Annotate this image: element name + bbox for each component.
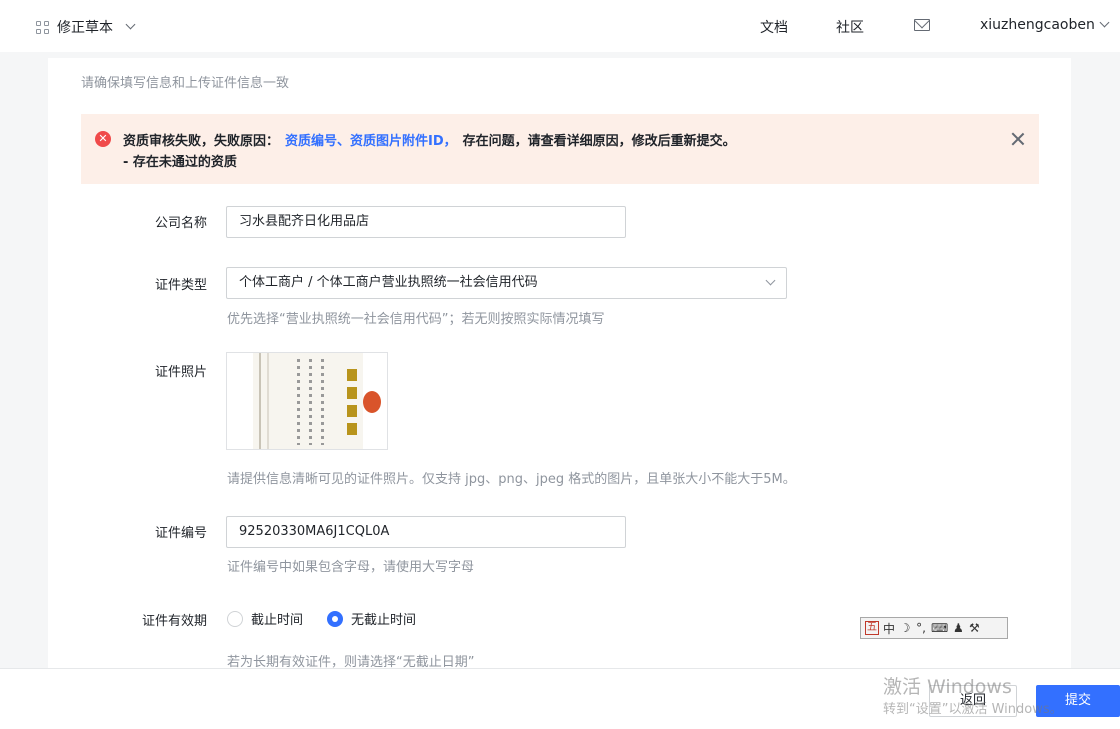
cert-type-select[interactable]: 个体工商户 / 个体工商户营业执照统一社会信用代码 xyxy=(226,267,787,299)
bottom-action-bar: 返回 提交 xyxy=(0,668,1120,729)
alert-prefix: 资质审核失败，失败原因： xyxy=(123,134,280,149)
alert-suffix: 存在问题，请查看详细原因，修改后重新提交。 xyxy=(462,134,736,149)
radio-checked-icon xyxy=(327,610,343,627)
chevron-down-icon xyxy=(125,19,136,29)
chevron-down-icon xyxy=(765,275,776,286)
cert-type-label: 证件类型 xyxy=(154,278,207,293)
user-menu[interactable]: xiuzhengcaoben xyxy=(980,17,1110,33)
ime-logo-icon[interactable]: 五 xyxy=(865,621,879,635)
nav-community[interactable]: 社区 xyxy=(836,17,864,37)
radio-no-end-date-label: 无截止时间 xyxy=(351,613,417,628)
cert-number-input[interactable]: 92520330MA6J1CQL0A xyxy=(226,516,626,548)
error-icon: ✕ xyxy=(95,131,111,147)
cert-type-help: 优先选择“营业执照统一社会信用代码”；若无则按照实际情况填写 xyxy=(227,312,605,327)
top-header: 修正草本 文档 社区 xiuzhengcaoben xyxy=(0,0,1120,52)
close-icon[interactable] xyxy=(1011,132,1025,146)
radio-no-end-date[interactable]: 无截止时间 xyxy=(327,609,416,628)
form-top-hint: 请确保填写信息和上传证件信息一致 xyxy=(81,76,290,91)
user-icon[interactable]: ♟ xyxy=(952,621,964,635)
tools-icon[interactable]: ⚒ xyxy=(968,621,980,635)
submit-button[interactable]: 提交 xyxy=(1036,685,1120,717)
cert-photo-thumbnail[interactable] xyxy=(226,352,388,450)
apps-grid-icon xyxy=(36,20,49,34)
ime-toolbar: 五 中 ☽ °, ⌨ ♟ ⚒ xyxy=(860,617,1008,639)
cert-photo-label: 证件照片 xyxy=(154,365,207,380)
app-title: 修正草本 xyxy=(57,20,113,36)
company-name-label: 公司名称 xyxy=(154,216,207,231)
alert-message: 资质审核失败，失败原因： 资质编号、资质图片附件ID， 存在问题，请查看详细原因，修… xyxy=(123,130,736,149)
form-card: 请确保填写信息和上传证件信息一致 ✕ 资质审核失败，失败原因： 资质编号、资质图片… xyxy=(48,58,1071,678)
radio-end-date[interactable]: 截止时间 xyxy=(227,609,303,628)
keyboard-icon[interactable]: ⌨ xyxy=(931,621,948,635)
moon-icon[interactable]: ☽ xyxy=(899,621,911,635)
alert-field-links[interactable]: 资质编号、资质图片附件ID， xyxy=(285,134,457,149)
chevron-down-icon xyxy=(1099,17,1110,28)
nav-docs[interactable]: 文档 xyxy=(760,17,788,37)
license-image xyxy=(253,353,381,449)
punctuation-icon[interactable]: °, xyxy=(915,621,927,635)
cert-photo-help: 请提供信息清晰可见的证件照片。仅支持 jpg、png、jpeg 格式的图片，且单… xyxy=(227,472,796,487)
validity-label: 证件有效期 xyxy=(141,614,207,629)
app-switcher[interactable]: 修正草本 xyxy=(36,17,136,37)
cert-type-value: 个体工商户 / 个体工商户营业执照统一社会信用代码 xyxy=(239,275,538,290)
back-button[interactable]: 返回 xyxy=(929,685,1017,717)
username: xiuzhengcaoben xyxy=(980,17,1095,33)
radio-end-date-label: 截止时间 xyxy=(251,613,304,628)
company-name-input[interactable]: 习水县配齐日化用品店 xyxy=(226,206,626,238)
cert-number-help: 证件编号中如果包含字母，请使用大写字母 xyxy=(227,560,475,575)
ime-lang-toggle[interactable]: 中 xyxy=(883,620,895,637)
alert-detail: - 存在未通过的资质 xyxy=(123,155,237,170)
mail-icon[interactable] xyxy=(914,19,930,31)
cert-number-label: 证件编号 xyxy=(154,526,207,541)
error-alert: ✕ 资质审核失败，失败原因： 资质编号、资质图片附件ID， 存在问题，请查看详细原因… xyxy=(81,114,1039,184)
radio-unchecked-icon xyxy=(227,610,243,627)
